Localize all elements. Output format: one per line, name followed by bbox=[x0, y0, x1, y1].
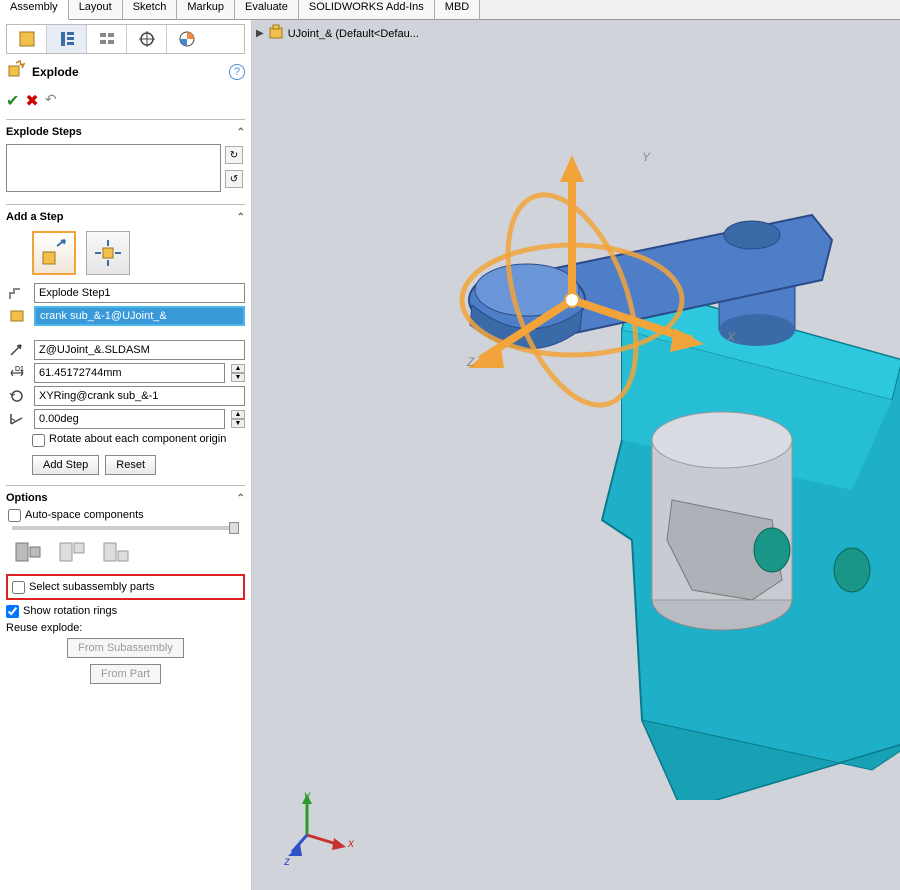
from-part-button[interactable]: From Part bbox=[90, 664, 161, 684]
component-icon bbox=[6, 306, 28, 326]
axis-y-label: Y bbox=[642, 150, 650, 164]
auto-space-checkbox[interactable] bbox=[8, 509, 21, 522]
rotate-origin-label: Rotate about each component origin bbox=[49, 433, 226, 445]
angle-down[interactable]: ▼ bbox=[231, 419, 245, 428]
show-rings-checkbox[interactable] bbox=[6, 605, 19, 618]
view-orientation-triad[interactable] bbox=[282, 790, 352, 860]
axis-z-label: Z bbox=[467, 355, 474, 369]
select-subassembly-label: Select subassembly parts bbox=[29, 581, 154, 593]
component-input[interactable] bbox=[34, 306, 245, 326]
options-header[interactable]: Options⌃ bbox=[6, 490, 245, 506]
cancel-button[interactable]: ✖ bbox=[25, 91, 38, 111]
regular-step-tool[interactable] bbox=[32, 231, 76, 275]
explode-steps-header[interactable]: Explode Steps⌃ bbox=[6, 124, 245, 140]
tab-addins[interactable]: SOLIDWORKS Add-Ins bbox=[299, 0, 435, 19]
tab-assembly[interactable]: Assembly bbox=[0, 0, 69, 20]
auto-space-label: Auto-space components bbox=[25, 509, 144, 521]
step-name-input[interactable] bbox=[34, 283, 245, 303]
triad-y-label: y bbox=[304, 788, 310, 802]
axis-x-label: X bbox=[727, 330, 735, 344]
ring-icon bbox=[6, 386, 28, 406]
property-manager-icon[interactable] bbox=[47, 25, 87, 53]
explode-icon bbox=[6, 60, 26, 83]
distance-input[interactable] bbox=[34, 363, 225, 383]
triad-x-label: x bbox=[348, 836, 354, 850]
tab-mbd[interactable]: MBD bbox=[435, 0, 480, 19]
svg-text:D1: D1 bbox=[15, 366, 24, 373]
feature-title: Explode bbox=[32, 65, 79, 79]
undo-button[interactable]: ↶ bbox=[45, 91, 57, 111]
distance-up[interactable]: ▲ bbox=[231, 364, 245, 373]
dimxpert-icon[interactable] bbox=[127, 25, 167, 53]
breadcrumb[interactable]: ▶ UJoint_& (Default<Defau... bbox=[256, 24, 419, 43]
move-triad[interactable] bbox=[422, 140, 722, 420]
ring-input[interactable] bbox=[34, 386, 245, 406]
rotate-origin-checkbox[interactable] bbox=[32, 434, 45, 447]
triad-z-label: z bbox=[284, 854, 290, 868]
distance-icon: D1 bbox=[6, 363, 28, 383]
explode-steps-list[interactable] bbox=[6, 144, 221, 192]
property-manager-panel: Explode ? ✔ ✖ ↶ Explode Steps⌃ ↻ ↺ Add a… bbox=[0, 20, 252, 890]
step-down-button[interactable]: ↺ bbox=[225, 170, 243, 188]
bbox-back-icon[interactable] bbox=[56, 538, 90, 566]
breadcrumb-label[interactable]: UJoint_& (Default<Defau... bbox=[288, 28, 419, 40]
reset-button[interactable]: Reset bbox=[105, 455, 156, 475]
show-rings-label: Show rotation rings bbox=[23, 605, 117, 617]
distance-down[interactable]: ▼ bbox=[231, 373, 245, 382]
step-up-button[interactable]: ↻ bbox=[225, 146, 243, 164]
angle-input[interactable] bbox=[34, 409, 225, 429]
tab-sketch[interactable]: Sketch bbox=[123, 0, 178, 19]
angle-up[interactable]: ▲ bbox=[231, 410, 245, 419]
panel-mode-strip bbox=[6, 24, 245, 54]
feature-manager-icon[interactable] bbox=[7, 25, 47, 53]
graphics-viewport[interactable]: ▶ UJoint_& (Default<Defau... bbox=[252, 20, 900, 890]
help-icon[interactable]: ? bbox=[229, 64, 245, 80]
select-subassembly-highlight: Select subassembly parts bbox=[6, 574, 245, 600]
display-manager-icon[interactable] bbox=[167, 25, 207, 53]
bbox-center-icon[interactable] bbox=[12, 538, 46, 566]
command-manager-tabs: Assembly Layout Sketch Markup Evaluate S… bbox=[0, 0, 900, 20]
from-subassembly-button[interactable]: From Subassembly bbox=[67, 638, 184, 658]
reuse-explode-label: Reuse explode: bbox=[6, 622, 245, 634]
tab-layout[interactable]: Layout bbox=[69, 0, 123, 19]
select-subassembly-checkbox[interactable] bbox=[12, 581, 25, 594]
spacing-slider[interactable] bbox=[12, 526, 239, 530]
ok-button[interactable]: ✔ bbox=[6, 91, 19, 111]
radial-step-tool[interactable] bbox=[86, 231, 130, 275]
breadcrumb-caret-icon[interactable]: ▶ bbox=[256, 28, 264, 39]
config-manager-icon[interactable] bbox=[87, 25, 127, 53]
angle-icon bbox=[6, 409, 28, 429]
add-step-button[interactable]: Add Step bbox=[32, 455, 99, 475]
step-name-icon bbox=[6, 283, 28, 303]
breadcrumb-assembly-icon bbox=[268, 24, 284, 43]
direction-input[interactable] bbox=[34, 340, 245, 360]
bbox-front-icon[interactable] bbox=[100, 538, 134, 566]
direction-icon bbox=[6, 340, 28, 360]
add-step-header[interactable]: Add a Step⌃ bbox=[6, 209, 245, 225]
tab-markup[interactable]: Markup bbox=[177, 0, 235, 19]
tab-evaluate[interactable]: Evaluate bbox=[235, 0, 299, 19]
